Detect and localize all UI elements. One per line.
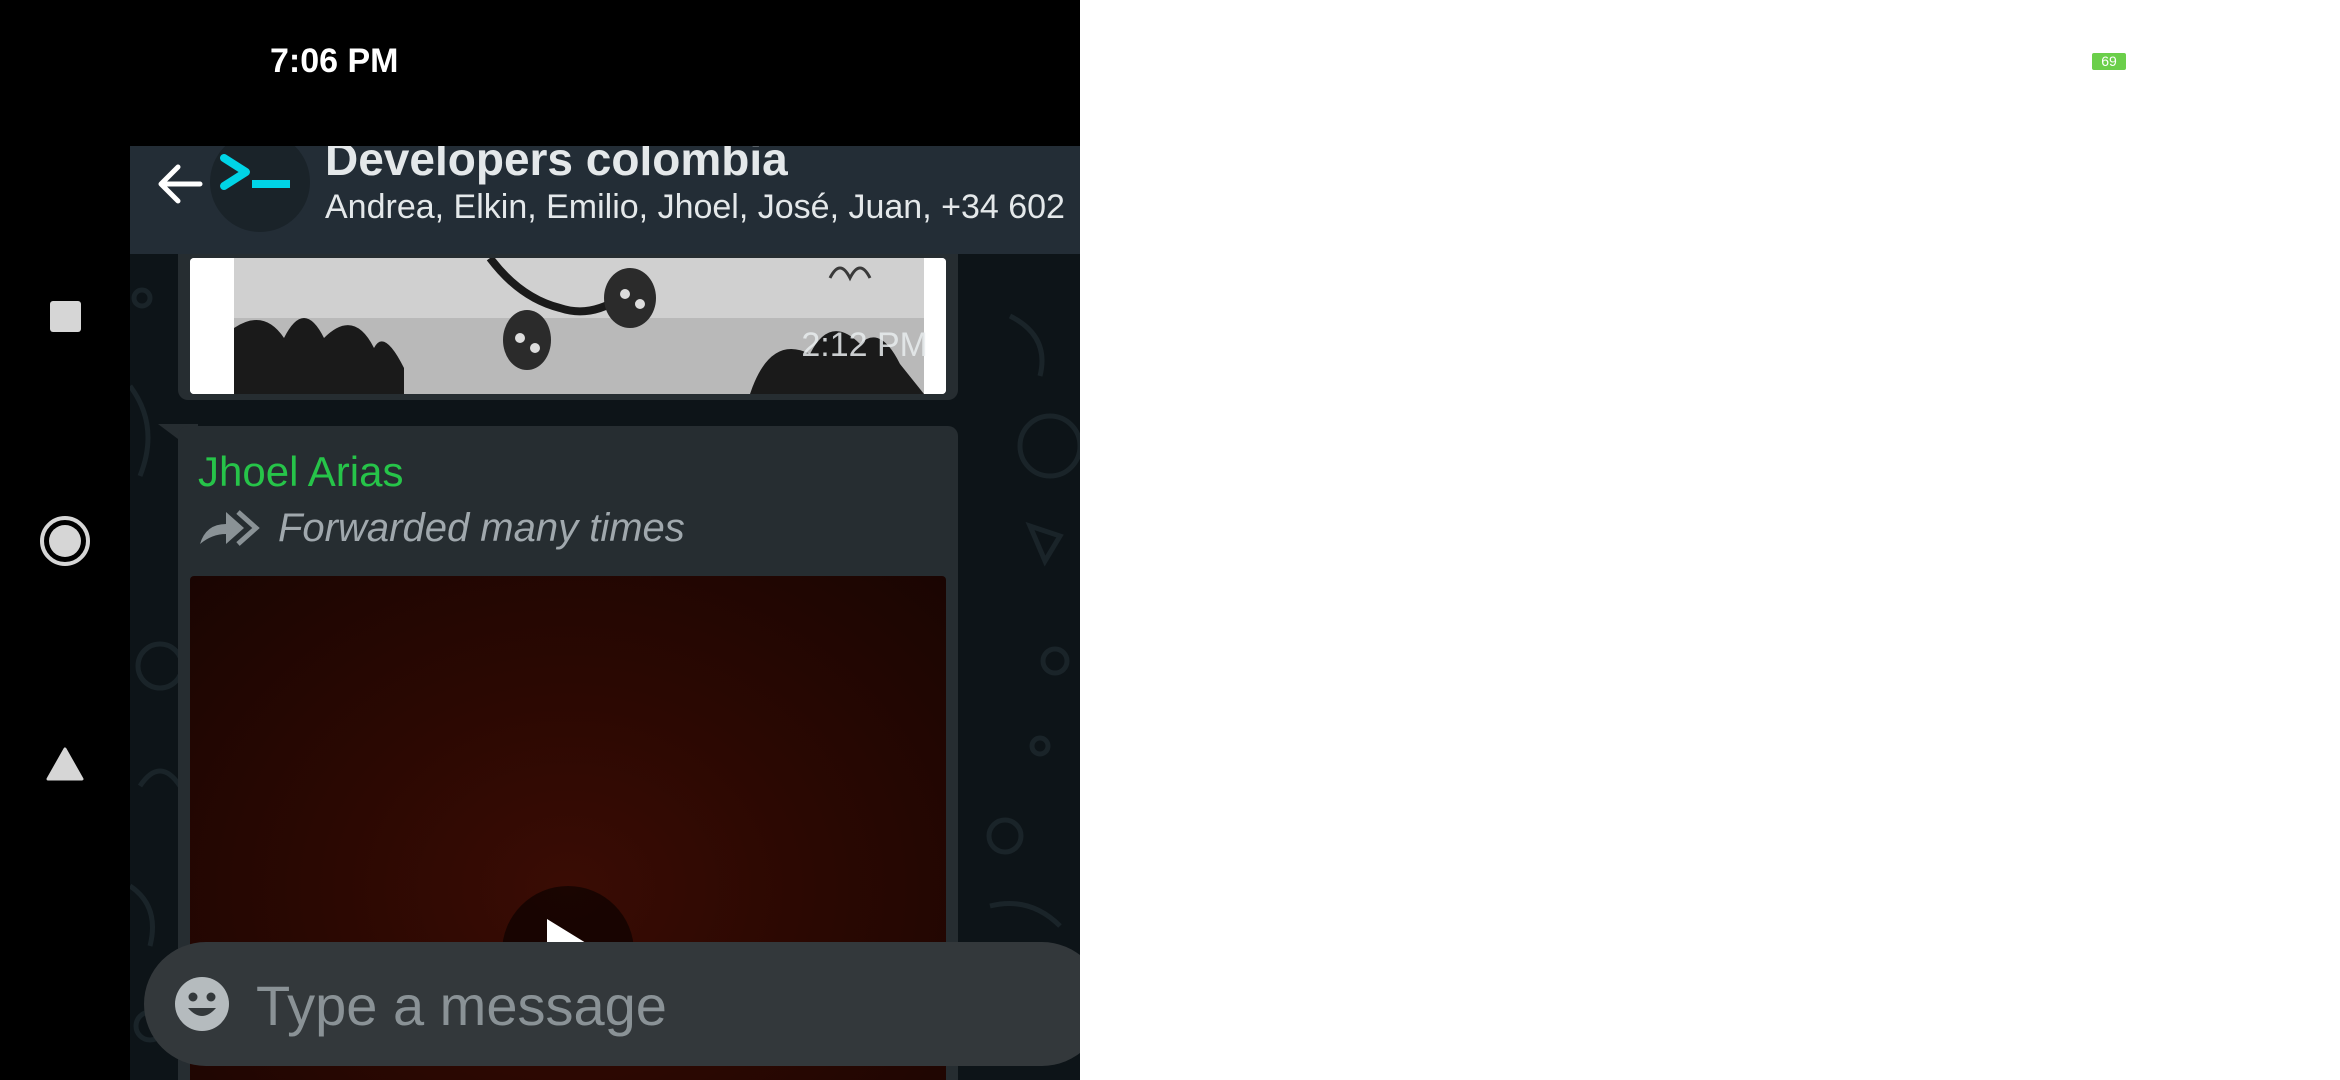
back-button[interactable] [0,746,130,782]
double-forward-arrow-icon [200,510,260,546]
status-clock: 7:06 PM [270,42,399,80]
smiley-icon[interactable] [172,974,232,1034]
triangle-icon [46,747,84,781]
battery-indicator: 69 [2092,53,2126,70]
circle-icon [40,516,90,566]
system-nav-bar [0,146,130,1080]
whatsapp-app: 2:12 PM Jhoel Arias Forwarded many times [130,146,1080,1080]
recents-button[interactable] [0,301,130,332]
message-composer [144,942,1080,1066]
empty-canvas [1080,0,2340,1080]
status-bar: 7:06 PM [0,0,1080,146]
chat-header: Developers colombia Andrea, Elkin, Emili… [130,146,1080,254]
message-bubble-image[interactable]: 2:12 PM [178,242,958,400]
message-input[interactable] [254,970,1074,1040]
forwarded-label: Forwarded many times [278,506,685,550]
message-sender-name[interactable]: Jhoel Arias [198,448,403,496]
message-timestamp: 2:12 PM [801,326,928,364]
chat-title[interactable]: Developers colombia [325,146,788,186]
terminal-prompt-icon [220,154,290,190]
chat-members-subtitle[interactable]: Andrea, Elkin, Emilio, Jhoel, José, Juan… [325,188,1065,227]
square-icon [49,301,81,332]
home-button[interactable] [0,516,130,566]
group-avatar[interactable] [210,146,310,232]
arrow-left-icon[interactable] [150,154,210,214]
